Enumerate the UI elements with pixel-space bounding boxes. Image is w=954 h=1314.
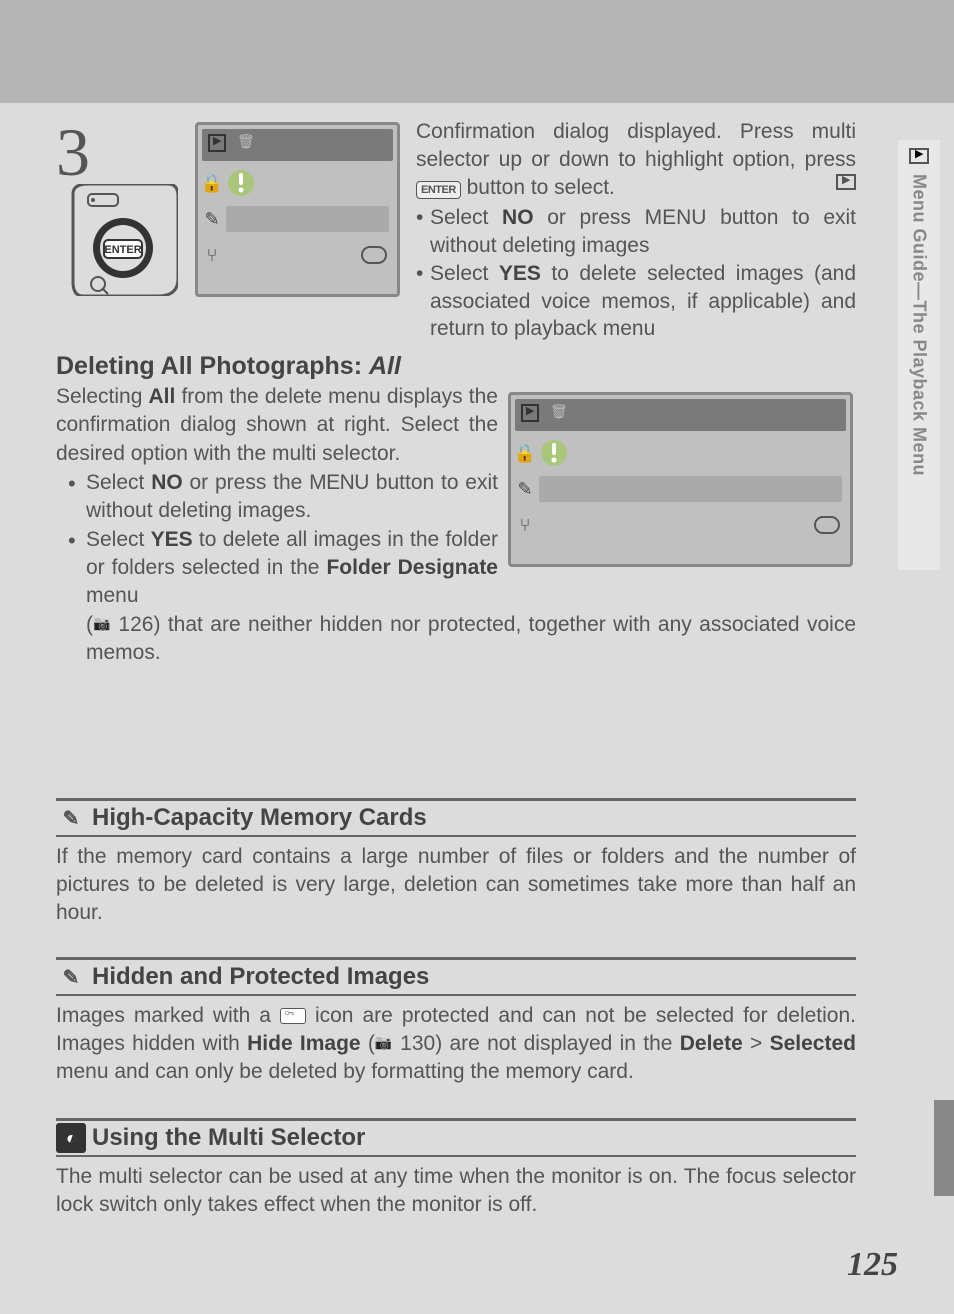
txt: 126) that are neither hidden nor protect… xyxy=(86,613,856,664)
note-body: If the memory card contains a large numb… xyxy=(56,843,856,927)
setup-icon xyxy=(511,515,539,536)
step-number: 3 xyxy=(56,113,90,192)
protect-key-icon xyxy=(280,1008,306,1024)
no-label: NO xyxy=(502,206,534,229)
txt: or press the xyxy=(183,471,309,494)
note-pencil-icon xyxy=(56,803,86,833)
note-title: High-Capacity Memory Cards xyxy=(92,804,427,832)
camera-back-illustration: ENTER xyxy=(68,184,178,296)
hide-image-label: Hide Image xyxy=(247,1032,360,1055)
step3-bullet-no: Select NO or press MENU button to exit w… xyxy=(416,204,856,260)
lock-icon: 🔒 xyxy=(511,443,539,464)
delete-all-heading: Deleting All Photographs: All xyxy=(56,352,856,381)
note-high-capacity: High-Capacity Memory Cards If the memory… xyxy=(56,798,856,927)
txt: Images marked with a xyxy=(56,1004,280,1027)
dialog-title-bar: 🗑 xyxy=(202,129,393,161)
yes-label: YES xyxy=(499,262,541,285)
enter-button-icon: ENTER xyxy=(416,181,461,200)
menu-button-label: MENU xyxy=(309,471,369,494)
txt: ( xyxy=(361,1032,375,1055)
txt: Select xyxy=(86,471,151,494)
txt: 130) are not displayed in the xyxy=(393,1032,680,1055)
pencil-icon xyxy=(511,479,539,500)
step3-description: Confirmation dialog displayed. Press mul… xyxy=(416,118,856,343)
step3-bullet-yes: Select YES to delete selected images (an… xyxy=(416,260,856,344)
note-body: The multi selector can be used at any ti… xyxy=(56,1163,856,1219)
dialog-spacer xyxy=(569,440,842,466)
step3-intro-b: button to select. xyxy=(461,176,615,199)
txt: Select xyxy=(430,262,499,285)
dialog-row-option xyxy=(511,507,850,543)
page-ref-icon xyxy=(375,1036,393,1052)
dialog-title-bar: 🗑 xyxy=(515,399,846,431)
header-band xyxy=(0,0,954,103)
txt: Select xyxy=(430,206,502,229)
delete-all-bullet-no: Select NO or press the MENU button to ex… xyxy=(56,469,498,526)
no-label: NO xyxy=(151,471,183,494)
txt: menu xyxy=(86,584,139,607)
playback-icon xyxy=(909,148,929,164)
yes-label: YES xyxy=(151,528,193,551)
dialog-spacer xyxy=(256,170,389,196)
txt: > xyxy=(743,1032,770,1055)
setup-icon xyxy=(198,245,226,266)
dialog-row-warning: 🔒 xyxy=(198,165,397,201)
all-bold: All xyxy=(149,385,176,408)
trash-icon: 🗑 xyxy=(550,403,568,420)
page: Menu Guide—The Playback Menu 3 ENTER 🗑 🔒 xyxy=(0,0,954,1314)
txt: ( xyxy=(86,613,93,636)
note-title: Using the Multi Selector xyxy=(92,1124,365,1152)
exclamation-icon xyxy=(226,168,256,198)
lock-icon: 🔒 xyxy=(198,173,226,194)
confirmation-dialog-all: 🗑 🔒 xyxy=(508,392,853,567)
note-hidden-protected: Hidden and Protected Images Images marke… xyxy=(56,957,856,1086)
note-tip-icon xyxy=(56,1123,86,1153)
svg-text:ENTER: ENTER xyxy=(104,244,141,256)
trash-icon: 🗑 xyxy=(237,133,255,150)
ok-capsule-icon xyxy=(814,516,840,534)
delete-all-paragraph: Selecting All from the delete menu displ… xyxy=(56,383,498,468)
dialog-spacer xyxy=(539,512,806,538)
heading-a: Deleting All Photographs: xyxy=(56,352,369,380)
heading-b: All xyxy=(369,352,401,380)
page-number: 125 xyxy=(847,1246,898,1284)
note-pencil-icon xyxy=(56,962,86,992)
dialog-option-bar xyxy=(226,206,389,232)
delete-all-bullet-yes-a: Select YES to delete all images in the f… xyxy=(56,526,498,611)
dialog-row-option xyxy=(511,471,850,507)
dialog-option-bar xyxy=(539,476,842,502)
side-tab: Menu Guide—The Playback Menu xyxy=(898,140,940,570)
dialog-spacer xyxy=(226,242,353,268)
thumb-index-tab xyxy=(934,1100,954,1196)
dialog-row-option xyxy=(198,237,397,273)
page-ref-icon xyxy=(93,617,111,633)
selected-label: Selected xyxy=(770,1032,856,1055)
note-title: Hidden and Protected Images xyxy=(92,963,429,991)
ok-capsule-icon xyxy=(361,246,387,264)
pencil-icon xyxy=(198,209,226,230)
confirmation-dialog-step3: 🗑 🔒 xyxy=(195,122,400,297)
txt: menu and can only be deleted by formatti… xyxy=(56,1060,634,1083)
playback-mode-icon xyxy=(208,134,226,152)
delete-label: Delete xyxy=(680,1032,743,1055)
exclamation-icon xyxy=(539,438,569,468)
step3-intro-a: Confirmation dialog displayed. Press mul… xyxy=(416,120,856,171)
delete-all-bullet-yes-b: ( 126) that are neither hidden nor prote… xyxy=(56,611,856,668)
side-tab-label: Menu Guide—The Playback Menu xyxy=(909,174,930,476)
txt: Select xyxy=(86,528,151,551)
dialog-row-option xyxy=(198,201,397,237)
playback-mode-icon xyxy=(521,404,539,422)
note-multi-selector: Using the Multi Selector The multi selec… xyxy=(56,1118,856,1219)
note-body: Images marked with a icon are protected … xyxy=(56,1002,856,1086)
folder-designate-label: Folder Designate xyxy=(326,556,498,579)
dialog-row-warning: 🔒 xyxy=(511,435,850,471)
playback-icon-inline xyxy=(836,174,856,190)
